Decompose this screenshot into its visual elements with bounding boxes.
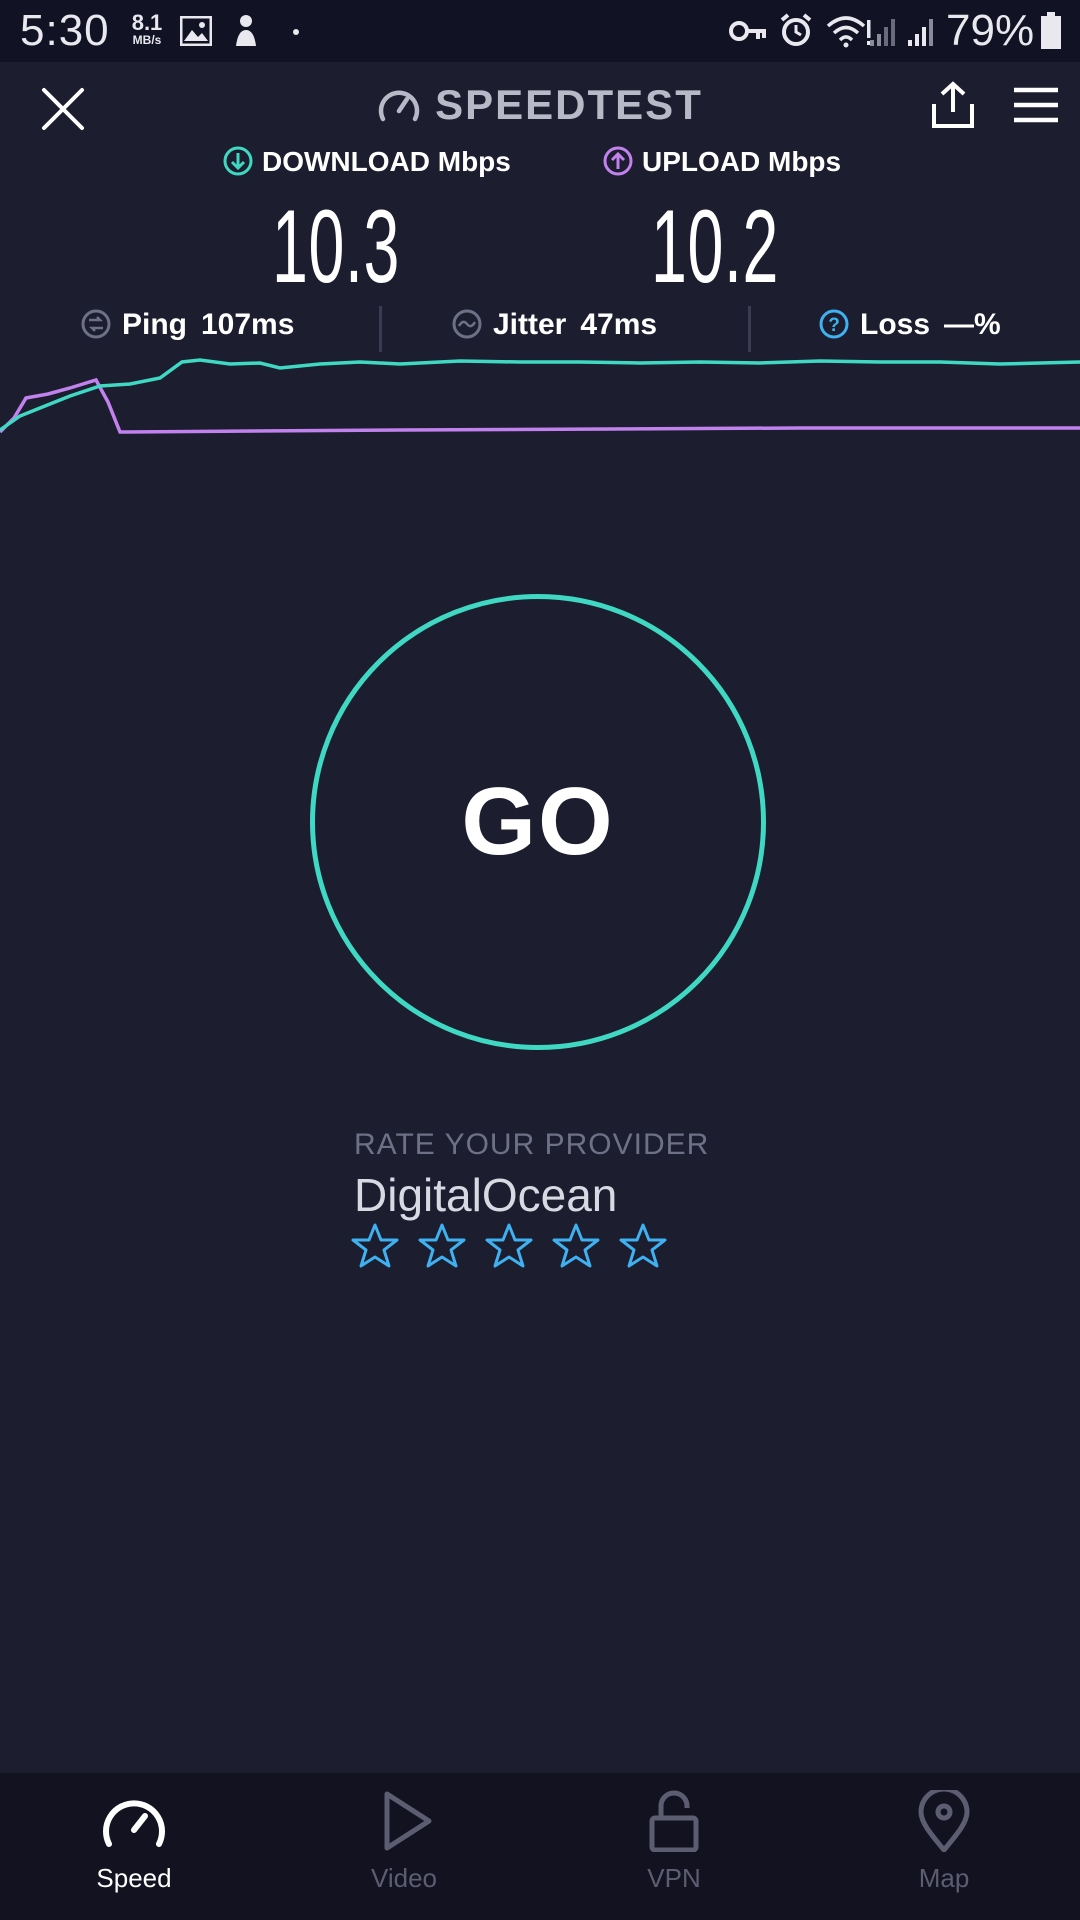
provider-name: DigitalOcean xyxy=(354,1169,618,1221)
download-label-text: DOWNLOAD Mbps xyxy=(262,146,511,177)
jitter-label: Jitter xyxy=(493,308,567,341)
nav-item-speed[interactable]: Speed xyxy=(34,1790,234,1894)
speedometer-icon xyxy=(378,90,420,122)
nav-item-video[interactable]: Video xyxy=(304,1790,504,1894)
star-4-icon[interactable] xyxy=(551,1222,601,1270)
jitter-icon xyxy=(452,309,482,339)
upload-arrow-icon xyxy=(603,146,633,176)
nav-item-vpn[interactable]: VPN xyxy=(574,1790,774,1894)
battery-percentage: 79% xyxy=(946,6,1035,55)
upload-label-text: UPLOAD Mbps xyxy=(642,146,842,177)
speedometer-icon xyxy=(103,1800,165,1847)
unlock-icon xyxy=(649,1790,699,1853)
nav-label-map: Map xyxy=(918,1863,970,1893)
jitter-stat: Jitter 47ms xyxy=(451,308,657,342)
download-speed-line xyxy=(0,358,1080,432)
network-speed: 8.1 MB/s xyxy=(126,10,168,47)
app-title-text: SPEEDTEST xyxy=(435,80,703,128)
network-speed-value: 8.1 xyxy=(131,10,163,35)
status-time: 5:30 xyxy=(20,6,110,55)
go-button[interactable] xyxy=(310,594,766,1050)
alarm-icon xyxy=(780,13,812,46)
ping-stat: Ping 107ms xyxy=(80,308,294,342)
jitter-value: 47ms xyxy=(580,308,658,341)
battery-icon xyxy=(1041,12,1061,49)
nav-label-video: Video xyxy=(370,1863,438,1893)
stat-divider xyxy=(748,306,751,352)
more-notifications-dot-icon xyxy=(293,29,299,35)
network-speed-unit: MB/s xyxy=(132,33,162,47)
nav-label-vpn: VPN xyxy=(647,1863,701,1893)
gallery-icon xyxy=(180,16,212,46)
star-5-icon[interactable] xyxy=(618,1222,668,1270)
star-3-icon[interactable] xyxy=(484,1222,534,1270)
vpn-key-icon xyxy=(729,21,766,41)
nav-label-speed: Speed xyxy=(96,1863,172,1893)
star-rating xyxy=(350,1222,685,1275)
map-pin-icon xyxy=(918,1786,970,1853)
loss-stat[interactable]: ? Loss —% xyxy=(818,308,1001,342)
nav-item-map[interactable]: Map xyxy=(844,1786,1044,1894)
signal-weak-icon xyxy=(870,19,895,46)
app-title: SPEEDTEST xyxy=(0,78,1080,129)
loss-label: Loss xyxy=(860,308,931,341)
rate-provider-prompt: RATE YOUR PROVIDER xyxy=(354,1128,710,1161)
play-icon xyxy=(384,1791,432,1851)
loss-value: —% xyxy=(944,308,1001,341)
ping-icon xyxy=(81,309,111,339)
download-label: DOWNLOAD Mbps xyxy=(222,145,511,178)
speed-graph xyxy=(0,358,1080,434)
star-1-icon[interactable] xyxy=(350,1222,400,1270)
download-speed-value: 10.3 xyxy=(272,189,400,305)
help-icon[interactable]: ? xyxy=(818,308,850,340)
signal-icon xyxy=(908,19,933,46)
share-icon[interactable] xyxy=(928,80,978,130)
ping-label: Ping xyxy=(122,308,187,341)
menu-icon[interactable] xyxy=(1012,86,1060,124)
download-arrow-icon xyxy=(223,146,253,176)
ping-value: 107ms xyxy=(201,308,295,341)
upload-speed-value: 10.2 xyxy=(651,189,779,305)
wifi-icon xyxy=(826,16,871,48)
star-2-icon[interactable] xyxy=(417,1222,467,1270)
upload-label: UPLOAD Mbps xyxy=(602,145,841,178)
notification-icon xyxy=(236,15,256,46)
stat-divider xyxy=(379,306,382,352)
svg-text:?: ? xyxy=(828,315,840,336)
upload-speed-line xyxy=(0,377,1080,434)
